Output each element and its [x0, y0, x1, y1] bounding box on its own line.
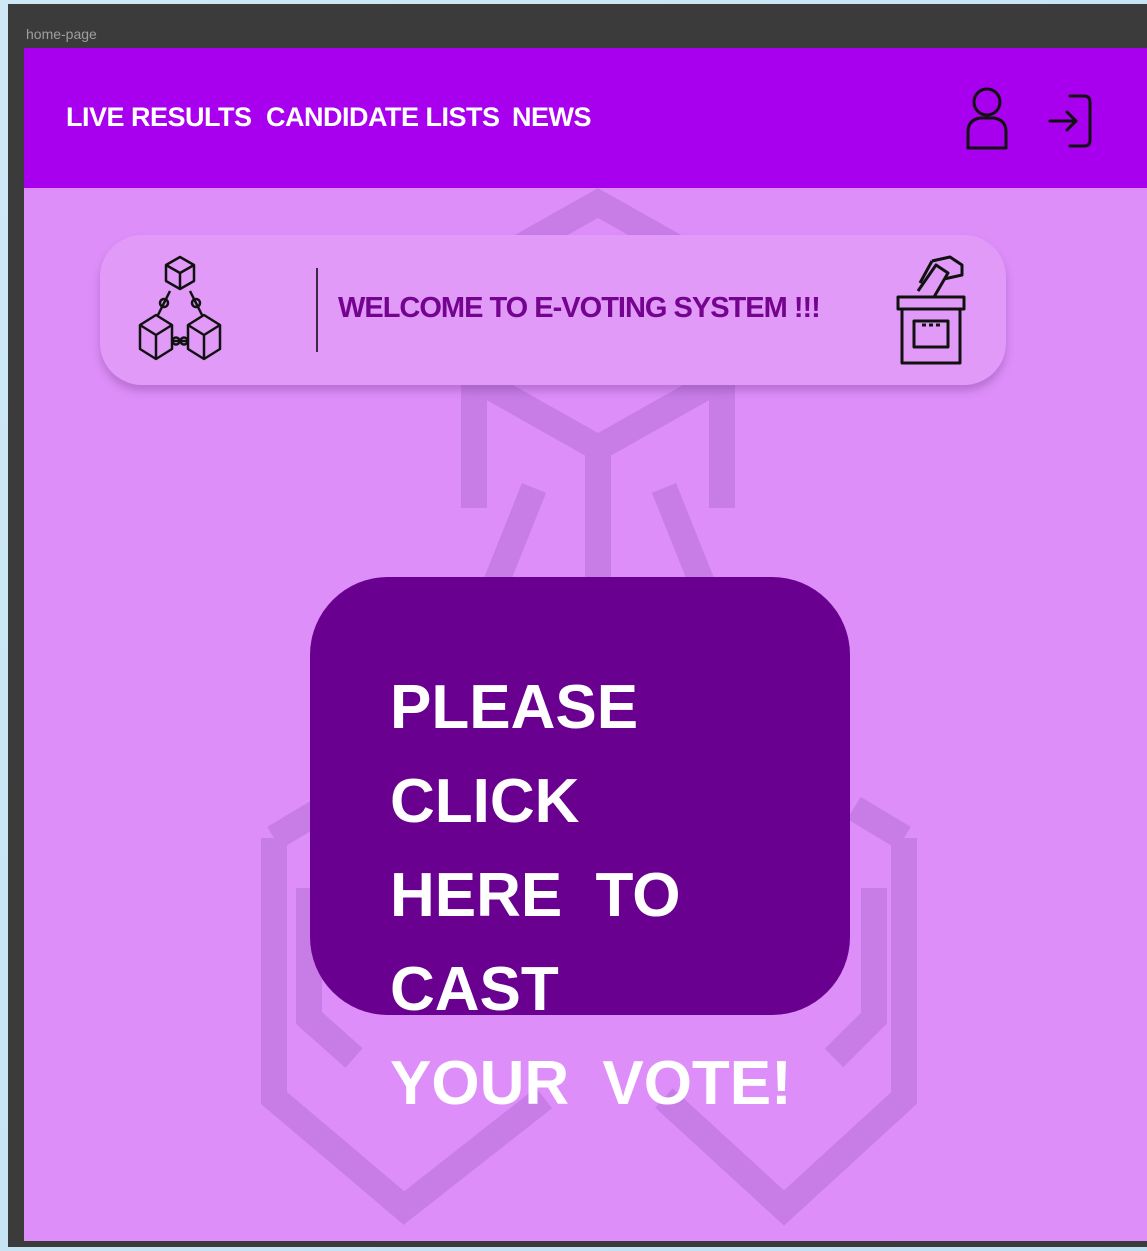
nav-news[interactable]: NEWS	[512, 102, 592, 133]
home-page: LIVE RESULTS CANDIDATE LISTS NEWS WELCOM…	[24, 48, 1147, 1241]
welcome-banner: WELCOME TO E-VOTING SYSTEM !!!	[100, 235, 1006, 385]
top-navbar: LIVE RESULTS CANDIDATE LISTS NEWS	[24, 48, 1147, 188]
user-profile-icon[interactable]	[964, 86, 1010, 159]
cast-vote-label: PLEASE CLICK HERE TO CAST YOUR VOTE!	[390, 661, 830, 1131]
nav-candidate-lists[interactable]: CANDIDATE LISTS	[266, 102, 500, 133]
window-title: home-page	[26, 26, 97, 42]
welcome-divider	[316, 268, 318, 352]
welcome-message: WELCOME TO E-VOTING SYSTEM !!!	[338, 292, 821, 324]
ballot-box-icon	[892, 253, 972, 374]
blockchain-icon	[134, 253, 226, 374]
login-icon[interactable]	[1046, 90, 1094, 157]
nav-live-results[interactable]: LIVE RESULTS	[66, 102, 252, 133]
cast-vote-line-2: HERE TO CAST	[390, 861, 681, 1024]
cast-vote-line-3: YOUR VOTE!	[390, 1049, 792, 1118]
cast-vote-button[interactable]: PLEASE CLICK HERE TO CAST YOUR VOTE!	[310, 577, 850, 1118]
cast-vote-line-1: PLEASE CLICK	[390, 673, 639, 836]
